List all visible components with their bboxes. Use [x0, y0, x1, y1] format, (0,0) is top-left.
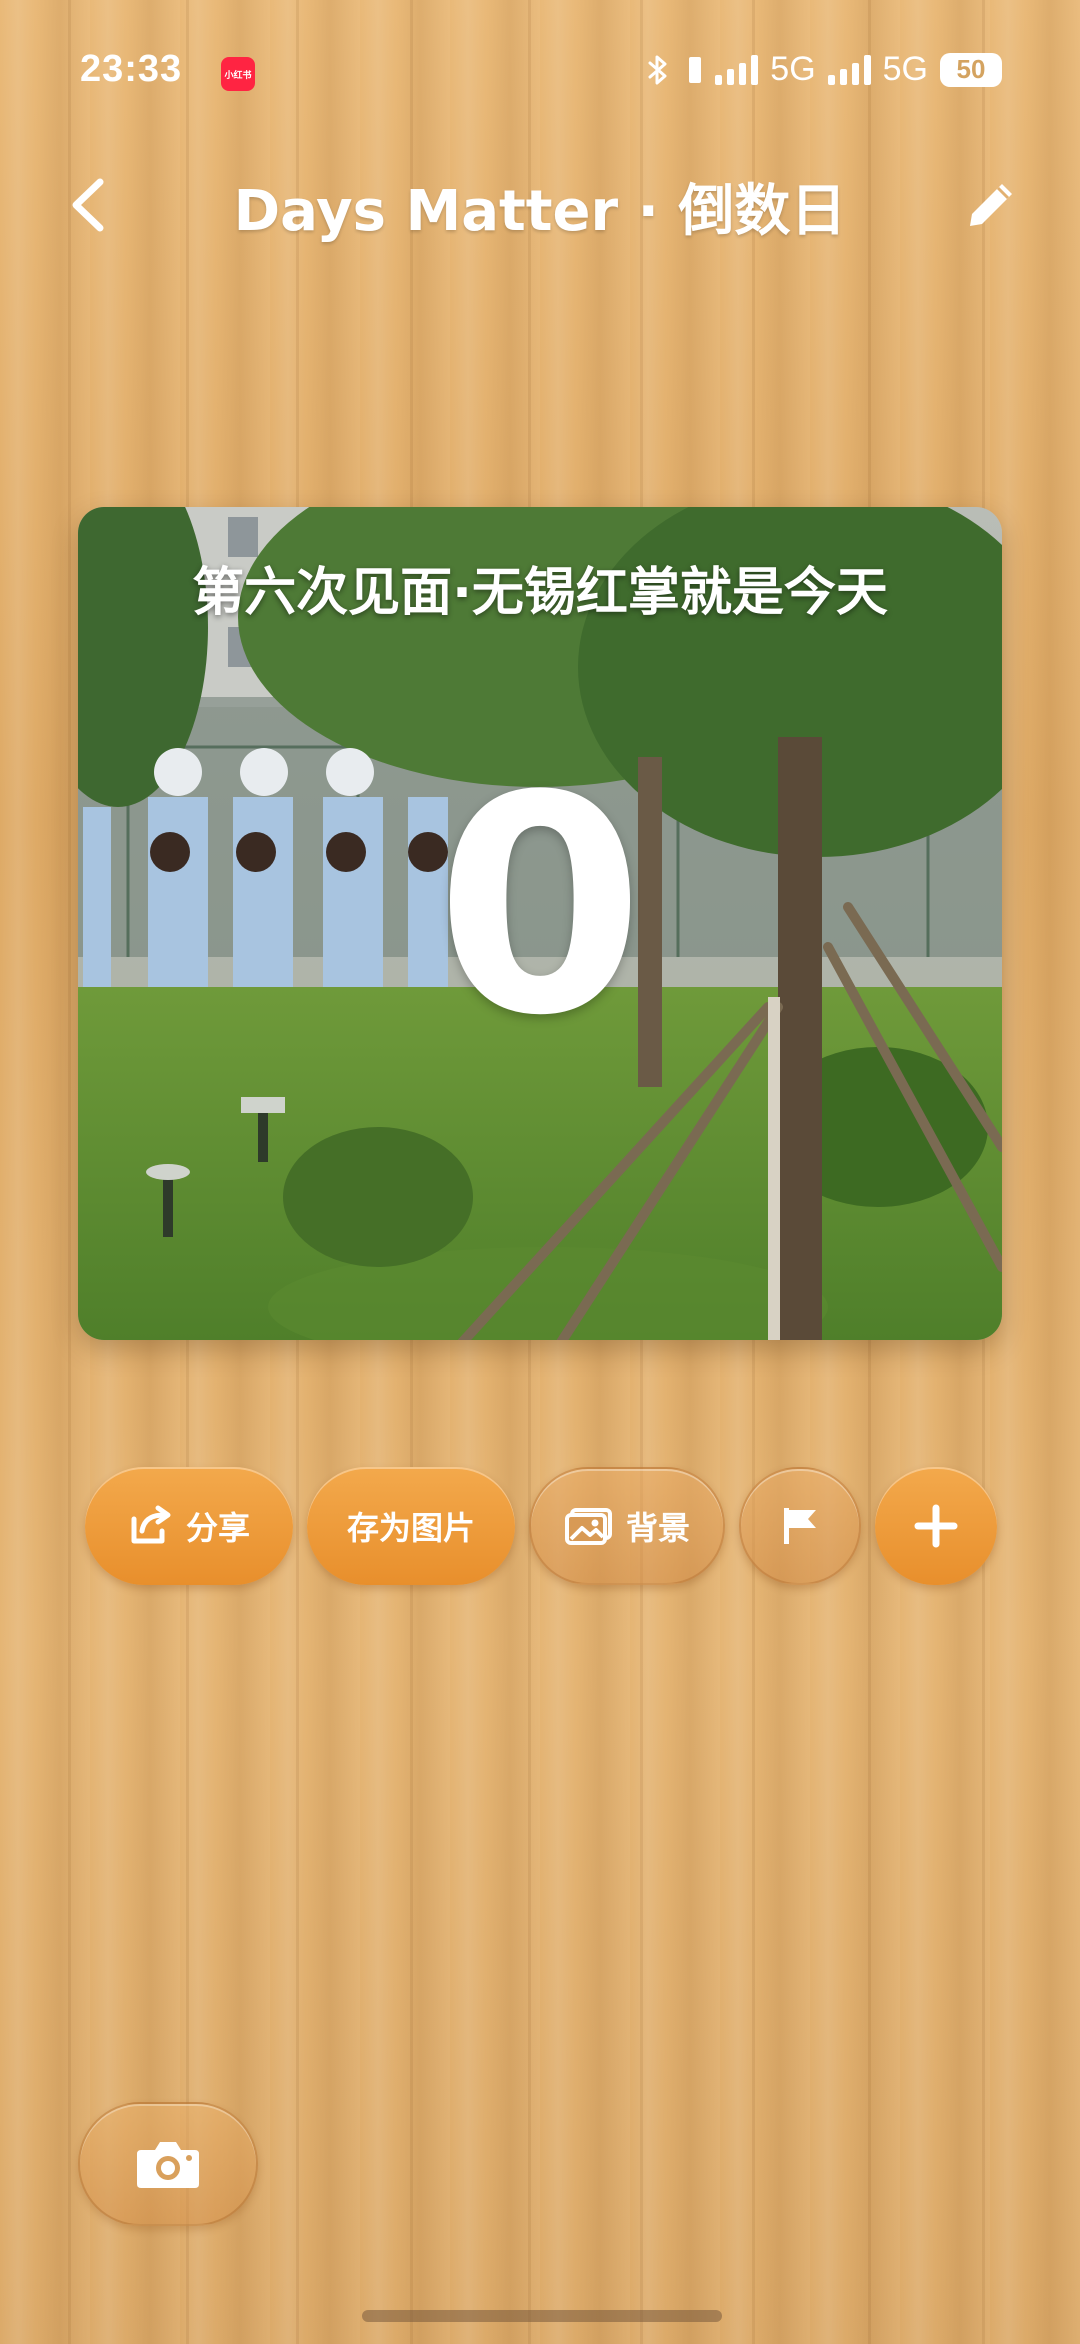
network-type-1: 5G	[770, 50, 816, 88]
flag-icon	[780, 1504, 820, 1548]
camera-icon	[137, 2142, 199, 2188]
background-label: 背景	[625, 1509, 690, 1547]
edit-button[interactable]	[958, 172, 1024, 238]
page-title: Days Matter · 倒数日	[233, 179, 847, 244]
share-label: 分享	[185, 1509, 250, 1547]
app-header: Days Matter · 倒数日	[0, 150, 1080, 260]
bluetooth-icon	[648, 55, 667, 84]
save-image-label: 存为图片	[346, 1509, 475, 1547]
flag-button[interactable]	[739, 1467, 861, 1585]
background-button[interactable]: 背景	[529, 1467, 725, 1585]
status-bar: 23:33 小红书 5G 5G 50	[0, 0, 1080, 150]
status-indicators: 5G 5G 50	[641, 50, 1002, 89]
save-image-button[interactable]: 存为图片	[307, 1467, 515, 1585]
share-button[interactable]: 分享	[85, 1467, 293, 1585]
xiaohongshu-app-icon: 小红书	[221, 57, 255, 91]
battery-indicator: 50	[940, 52, 1002, 87]
image-icon	[564, 1506, 614, 1546]
event-title: 第六次见面·无锡红掌就是今天	[192, 563, 888, 623]
countdown-card[interactable]: 第六次见面·无锡红掌就是今天 0	[78, 507, 1002, 1340]
share-icon	[128, 1505, 174, 1547]
wood-plank-line	[68, 0, 71, 2344]
camera-button[interactable]	[78, 2102, 258, 2226]
home-indicator[interactable]	[362, 2310, 722, 2322]
plus-icon	[912, 1502, 960, 1550]
add-button[interactable]	[875, 1467, 997, 1585]
status-time: 23:33	[80, 48, 183, 90]
signal-strength-icon	[827, 54, 871, 85]
vibrate-icon	[689, 56, 702, 83]
days-count: 0	[435, 732, 645, 1081]
pencil-icon	[970, 184, 1012, 226]
action-row: 分享 存为图片 背景	[85, 1467, 997, 1587]
signal-strength-icon	[715, 54, 759, 85]
network-type-2: 5G	[882, 50, 928, 88]
